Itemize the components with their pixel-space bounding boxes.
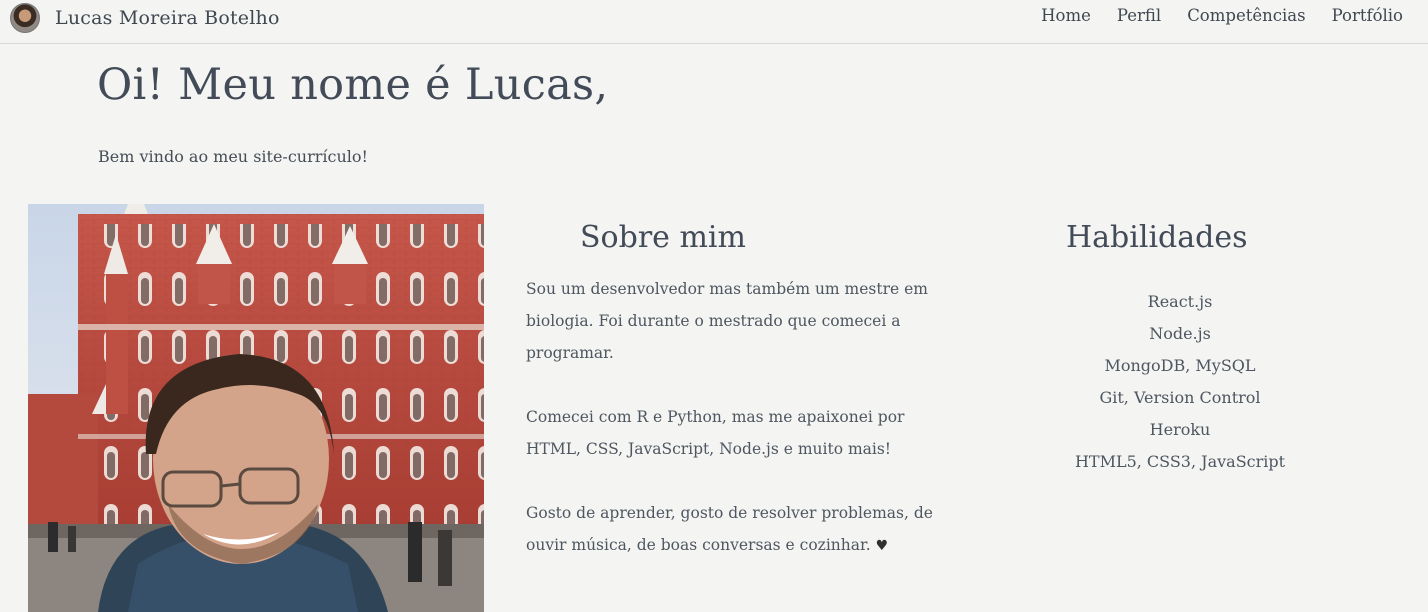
brand[interactable]: Lucas Moreira Botelho — [10, 3, 280, 33]
nav-link-perfil[interactable]: Perfil — [1117, 6, 1161, 25]
skill-item: Node.js — [1149, 324, 1211, 343]
about-paragraph: Comecei com R e Python, mas me apaixonei… — [526, 408, 905, 458]
profile-photo — [28, 204, 484, 612]
heart-icon: ♥ — [875, 538, 889, 554]
skills-title: Habilidades — [1066, 220, 1248, 255]
about-paragraph: Sou um desenvolvedor mas também um mestr… — [526, 280, 928, 362]
skill-item: Git, Version Control — [1099, 388, 1261, 407]
about-title: Sobre mim — [580, 220, 746, 255]
nav-link-home[interactable]: Home — [1041, 6, 1091, 25]
skill-item: MongoDB, MySQL — [1104, 356, 1256, 375]
about-paragraph: Gosto de aprender, gosto de resolver pro… — [526, 497, 936, 562]
skills-list: React.js Node.js MongoDB, MySQL Git, Ver… — [1034, 286, 1326, 478]
avatar-icon — [10, 3, 40, 33]
skill-item: HTML5, CSS3, JavaScript — [1074, 452, 1286, 471]
profile-photo-image — [28, 204, 484, 612]
nav-link-competencias[interactable]: Competências — [1187, 6, 1305, 25]
skill-item: Heroku — [1149, 420, 1211, 439]
about-text: Sou um desenvolvedor mas também um mestr… — [526, 273, 936, 594]
about-paragraph-text: Gosto de aprender, gosto de resolver pro… — [526, 504, 933, 554]
navbar: Lucas Moreira Botelho Home Perfil Compet… — [0, 0, 1428, 44]
nav-link-portfolio[interactable]: Portfólio — [1332, 6, 1403, 25]
hero-subtitle: Bem vindo ao meu site-currículo! — [98, 147, 368, 166]
nav-links: Home Perfil Competências Portfólio — [1041, 6, 1403, 25]
hero-title: Oi! Meu nome é Lucas, — [97, 60, 609, 110]
brand-name[interactable]: Lucas Moreira Botelho — [55, 7, 280, 29]
skill-item: React.js — [1147, 292, 1213, 311]
